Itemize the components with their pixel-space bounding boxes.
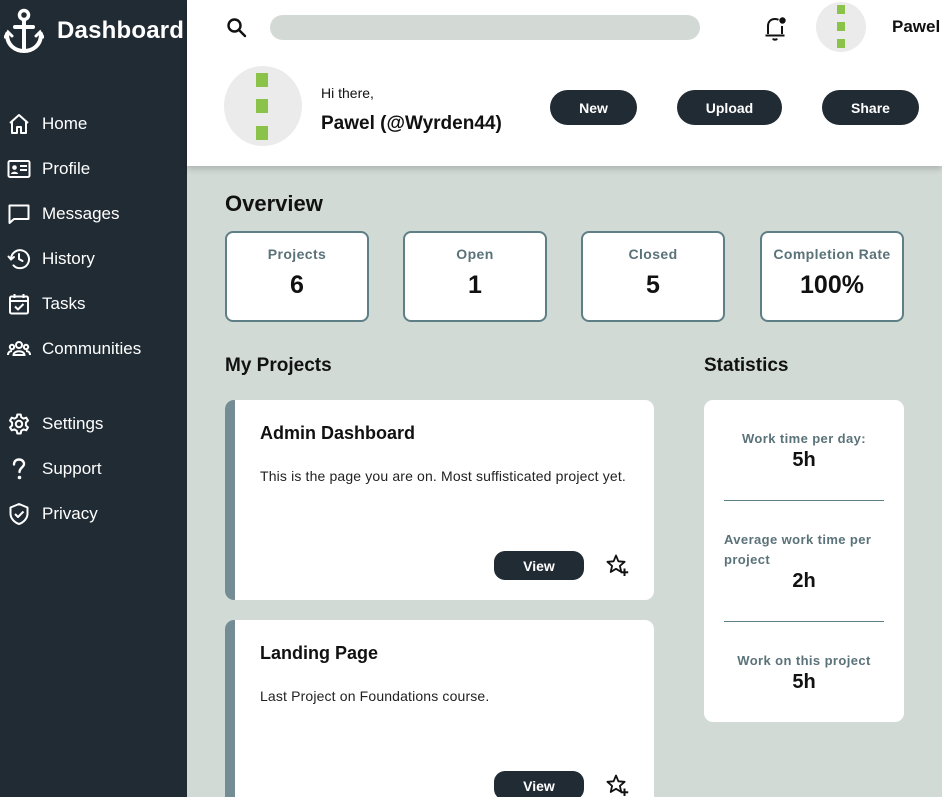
statistics-title: Statistics bbox=[704, 355, 789, 376]
stat-label: Closed bbox=[628, 246, 678, 262]
sidebar-item-profile[interactable]: Profile bbox=[7, 154, 90, 184]
card-accent-bar bbox=[225, 400, 235, 600]
profile-avatar bbox=[224, 66, 302, 146]
project-title: Landing Page bbox=[260, 643, 379, 663]
username[interactable]: Pawel bbox=[892, 17, 940, 37]
statistic-value: 5h bbox=[792, 671, 816, 693]
identicon bbox=[837, 5, 845, 48]
upload-button[interactable]: Upload bbox=[677, 90, 782, 125]
stat-card-open: Open 1 bbox=[403, 231, 547, 322]
project-card: Admin Dashboard This is the page you are… bbox=[225, 400, 654, 600]
statistics-panel: Work time per day: 5h Average work time … bbox=[704, 400, 904, 722]
share-button[interactable]: Share bbox=[822, 90, 919, 125]
history-icon bbox=[7, 249, 30, 270]
statistic-value: 5h bbox=[792, 449, 816, 471]
sidebar-item-label: History bbox=[42, 249, 95, 268]
stat-card-completion-rate: Completion Rate 100% bbox=[760, 231, 904, 322]
sidebar-item-label: Support bbox=[42, 459, 102, 478]
sidebar-item-label: Communities bbox=[42, 339, 142, 358]
tasks-icon bbox=[9, 294, 29, 315]
statistic-label: Work time per day: bbox=[742, 431, 866, 446]
sidebar-item-settings[interactable]: Settings bbox=[7, 409, 103, 439]
sidebar-item-label: Tasks bbox=[42, 294, 86, 313]
statistic-item: Work time per day: 5h bbox=[704, 429, 904, 472]
divider bbox=[724, 500, 884, 501]
stat-value: 100% bbox=[800, 271, 864, 299]
card-accent-bar bbox=[225, 620, 235, 797]
star-add-icon[interactable] bbox=[605, 773, 629, 797]
sidebar-item-privacy[interactable]: Privacy bbox=[7, 499, 98, 529]
statistic-label: Average work time per project bbox=[724, 532, 872, 567]
sidebar-item-support[interactable]: Support bbox=[7, 454, 102, 484]
avatar[interactable] bbox=[816, 2, 866, 52]
stat-value: 6 bbox=[290, 271, 304, 299]
sidebar-item-home[interactable]: Home bbox=[7, 109, 87, 139]
view-button[interactable]: View bbox=[494, 551, 584, 580]
project-description: Last Project on Foundations course. bbox=[260, 688, 490, 704]
stat-card-projects: Projects 6 bbox=[225, 231, 369, 322]
brand-title: Dashboard bbox=[57, 17, 185, 44]
project-description: This is the page you are on. Most suffis… bbox=[260, 468, 626, 484]
sidebar: Dashboard Home Profile Messages History … bbox=[0, 0, 187, 797]
full-name: Pawel (@Wyrden44) bbox=[321, 113, 502, 134]
stat-label: Open bbox=[456, 246, 494, 262]
home-icon bbox=[9, 114, 29, 134]
sidebar-item-tasks[interactable]: Tasks bbox=[7, 289, 85, 319]
divider bbox=[724, 621, 884, 622]
stat-value: 5 bbox=[646, 271, 660, 299]
sidebar-item-label: Messages bbox=[42, 204, 120, 223]
search-input[interactable] bbox=[270, 15, 700, 40]
sidebar-item-label: Home bbox=[42, 114, 88, 133]
profile-card-icon bbox=[7, 160, 31, 178]
sidebar-item-label: Settings bbox=[42, 414, 104, 433]
new-button[interactable]: New bbox=[550, 90, 637, 125]
sidebar-item-history[interactable]: History bbox=[7, 244, 95, 274]
statistic-item: Work on this project 5h bbox=[704, 651, 904, 694]
sidebar-item-messages[interactable]: Messages bbox=[7, 199, 119, 229]
sidebar-item-label: Privacy bbox=[42, 504, 98, 523]
view-button[interactable]: View bbox=[494, 771, 584, 797]
message-icon bbox=[8, 204, 30, 224]
project-title: Admin Dashboard bbox=[260, 423, 416, 443]
overview-title: Overview bbox=[225, 191, 323, 216]
star-add-icon[interactable] bbox=[605, 553, 629, 577]
sidebar-item-label: Profile bbox=[42, 159, 91, 178]
stat-value: 1 bbox=[468, 271, 482, 299]
brand[interactable]: Dashboard bbox=[4, 8, 184, 54]
identicon bbox=[256, 73, 268, 140]
notification-bell-icon[interactable] bbox=[763, 14, 789, 42]
statistic-label: Work on this project bbox=[737, 653, 871, 668]
search-icon[interactable] bbox=[225, 16, 249, 40]
question-icon bbox=[12, 458, 26, 480]
greeting: Hi there, bbox=[321, 85, 374, 101]
stat-label: Projects bbox=[267, 246, 327, 262]
anchor-icon bbox=[4, 8, 44, 54]
stat-label: Completion Rate bbox=[773, 246, 891, 262]
stat-card-closed: Closed 5 bbox=[581, 231, 725, 322]
shield-icon bbox=[9, 503, 29, 525]
statistic-item: Average work time per project 2h bbox=[704, 530, 904, 593]
sidebar-item-communities[interactable]: Communities bbox=[7, 334, 141, 364]
project-card: Landing Page Last Project on Foundations… bbox=[225, 620, 654, 797]
my-projects-title: My Projects bbox=[225, 355, 332, 376]
communities-icon bbox=[7, 341, 31, 356]
statistic-value: 2h bbox=[792, 570, 816, 592]
gear-icon bbox=[9, 413, 29, 435]
header: Pawel Hi there, Pawel (@Wyrden44) New Up… bbox=[187, 0, 942, 166]
